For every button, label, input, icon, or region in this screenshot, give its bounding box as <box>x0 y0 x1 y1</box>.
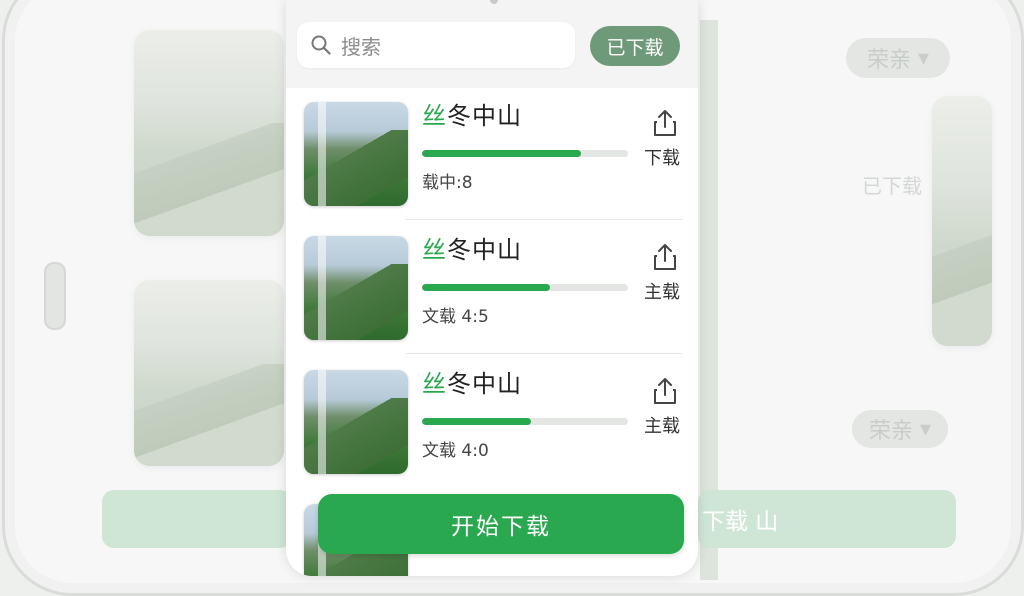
background-card <box>134 280 284 466</box>
download-button[interactable]: 下载 <box>644 144 680 170</box>
download-item[interactable]: 丝冬中山 载中:8 下载 <box>286 88 698 220</box>
background-dropdown-label: 荣亲 <box>866 48 911 73</box>
mountain-thumbnail <box>304 370 408 474</box>
download-button[interactable]: 主载 <box>644 278 680 304</box>
mountain-thumbnail <box>304 236 408 340</box>
item-status: 文载 4:5 <box>422 307 489 327</box>
item-title-rest: 冬中山 <box>447 236 522 264</box>
start-download-button[interactable]: 开始下载 <box>318 494 684 554</box>
search-icon <box>311 35 331 55</box>
top-bar: 搜索 已下载 <box>286 0 698 88</box>
item-title: 丝冬中山 <box>422 230 522 265</box>
item-title-rest: 冬中山 <box>447 370 522 398</box>
progress-fill <box>422 150 581 157</box>
item-title-accent: 丝 <box>422 102 447 130</box>
share-icon[interactable] <box>652 108 678 138</box>
share-icon[interactable] <box>652 242 678 272</box>
item-title: 丝冬中山 <box>422 364 522 399</box>
downloaded-button[interactable]: 已下载 <box>590 26 680 66</box>
item-status: 文载 4:0 <box>422 441 489 461</box>
background-start-bar <box>102 490 292 548</box>
search-input[interactable]: 搜索 <box>341 31 381 60</box>
progress-fill <box>422 284 550 291</box>
progress-fill <box>422 418 532 425</box>
item-title: 丝冬中山 <box>422 96 522 131</box>
background-dropdown: 荣亲 ▾ <box>846 38 950 78</box>
background-card <box>134 30 284 236</box>
mountain-thumbnail <box>304 102 408 206</box>
divider <box>406 353 682 354</box>
download-item[interactable]: 丝冬中山 文载 4:5 主载 <box>286 222 698 354</box>
background-start-bar-right: 下载 山 <box>698 490 956 548</box>
background-side-card <box>932 96 992 346</box>
panel-notch <box>490 0 498 4</box>
download-panel: 搜索 已下载 丝冬中山 载中:8 下载 丝冬中山 文载 4:5 主载 丝冬中山 … <box>286 0 698 576</box>
item-title-accent: 丝 <box>422 236 447 264</box>
divider <box>406 219 682 220</box>
progress-bar <box>422 418 628 425</box>
side-button <box>44 262 66 330</box>
item-title-accent: 丝 <box>422 370 447 398</box>
download-item[interactable]: 丝冬中山 文载 4:0 主载 <box>286 356 698 488</box>
download-button[interactable]: 主载 <box>644 412 680 438</box>
background-dropdown-2: 荣亲 ▾ <box>852 410 948 448</box>
item-status: 载中:8 <box>422 173 473 193</box>
progress-bar <box>422 150 628 157</box>
search-box[interactable]: 搜索 <box>297 22 575 68</box>
share-icon[interactable] <box>652 376 678 406</box>
background-start-label: 下载 山 <box>702 509 779 535</box>
background-status: 已下载 <box>862 174 922 198</box>
progress-bar <box>422 284 628 291</box>
item-title-rest: 冬中山 <box>447 102 522 130</box>
background-dropdown-label: 荣亲 <box>868 419 913 444</box>
